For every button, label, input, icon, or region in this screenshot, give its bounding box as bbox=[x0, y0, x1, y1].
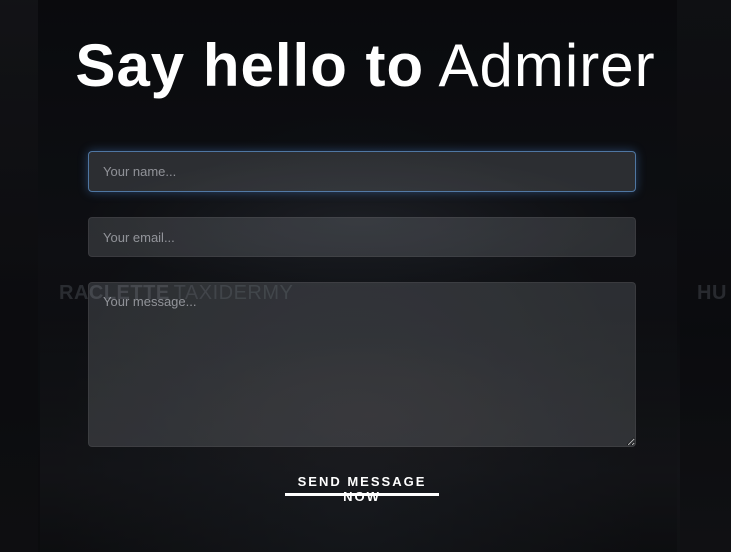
button-underline bbox=[285, 493, 439, 496]
contact-overlay: Say hello to Admirer SEND MESSAGE NOW bbox=[0, 0, 731, 552]
email-input[interactable] bbox=[88, 217, 636, 257]
send-message-button[interactable]: SEND MESSAGE NOW bbox=[285, 468, 439, 504]
title-brand: Admirer bbox=[438, 32, 656, 99]
contact-page: RACLETTE TAXIDERMY HU Say hello to Admire… bbox=[0, 0, 731, 552]
name-input[interactable] bbox=[88, 151, 636, 192]
title-bold: Say hello to bbox=[75, 32, 425, 99]
message-textarea[interactable] bbox=[88, 282, 636, 447]
page-title: Say hello to Admirer bbox=[0, 30, 731, 102]
send-message-label: SEND MESSAGE NOW bbox=[297, 474, 427, 504]
